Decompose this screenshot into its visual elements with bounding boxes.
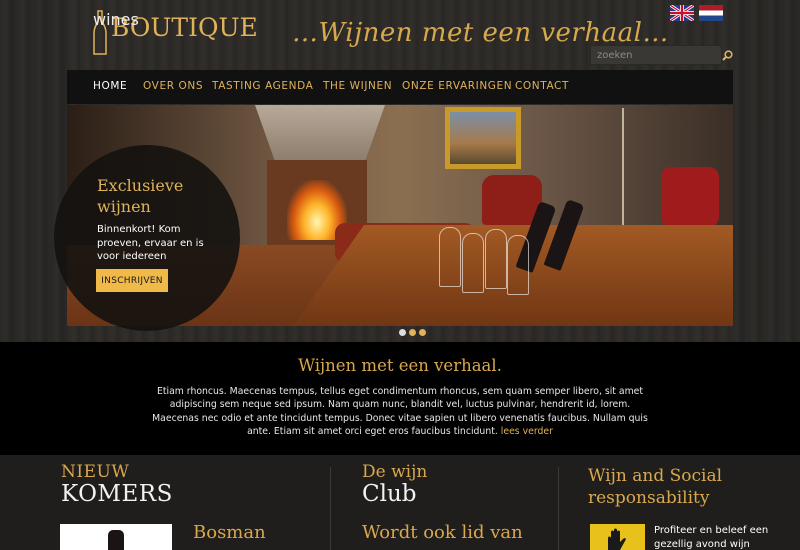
main-nav: HOME OVER ONS TASTING AGENDA THE WIJNEN … bbox=[67, 70, 733, 104]
nav-onze-ervaringen[interactable]: ONZE ERVARINGEN bbox=[402, 80, 512, 92]
hero-glass bbox=[462, 233, 484, 293]
nav-over-ons[interactable]: OVER ONS bbox=[143, 80, 203, 92]
hero-glass bbox=[507, 235, 529, 295]
komers-title: KOMERS bbox=[61, 481, 173, 507]
intro-body: Etiam rhoncus. Maecenas tempus, tellus e… bbox=[152, 386, 648, 437]
club-subtitle: Wordt ook lid van bbox=[362, 522, 523, 543]
slider-dot[interactable] bbox=[399, 329, 406, 336]
promo-circle: Exclusieve wijnen Binnenkort! Kom proeve… bbox=[54, 145, 240, 331]
intro-title: Wijnen met een verhaal. bbox=[298, 356, 502, 375]
tagline: …Wijnen met een verhaal… bbox=[292, 18, 669, 48]
hero-chimney bbox=[255, 105, 385, 160]
nav-the-wijnen[interactable]: THE WIJNEN bbox=[323, 80, 392, 92]
product-image[interactable] bbox=[60, 524, 172, 550]
lees-verder-link[interactable]: lees verder bbox=[501, 426, 553, 437]
promo-text: Binnenkort! Kom proeven, ervaar en is vo… bbox=[97, 224, 204, 262]
search-box bbox=[590, 45, 733, 65]
intro-text: Etiam rhoncus. Maecenas tempus, tellus e… bbox=[150, 385, 650, 438]
nav-tasting-agenda[interactable]: TASTING AGENDA bbox=[212, 80, 313, 92]
hero-painting bbox=[445, 107, 521, 169]
promo-title: Exclusieve wijnen bbox=[97, 176, 184, 216]
hero-chair-right bbox=[661, 167, 719, 227]
slider-dots bbox=[399, 329, 426, 336]
inschrijven-button[interactable]: INSCHRIJVEN bbox=[96, 269, 168, 292]
intro-section: Wijnen met een verhaal. Etiam rhoncus. M… bbox=[0, 342, 800, 455]
club-title-a: De wijn bbox=[362, 462, 428, 482]
hero-glass bbox=[439, 227, 461, 287]
hero-glass bbox=[485, 229, 507, 289]
nav-contact[interactable]: CONTACT bbox=[515, 80, 569, 92]
social-title-line2: responsability bbox=[588, 488, 710, 508]
slider-dot[interactable] bbox=[419, 329, 426, 336]
hand-icon bbox=[590, 524, 645, 550]
product-title[interactable]: Bosman bbox=[193, 522, 266, 543]
club-title-b: Club bbox=[362, 481, 417, 507]
social-text: Profiteer en beleef een gezellig avond w… bbox=[654, 525, 769, 550]
search-icon[interactable] bbox=[722, 46, 733, 64]
column-divider bbox=[558, 467, 559, 550]
brand-sub: wines bbox=[93, 10, 139, 29]
slider-dot[interactable] bbox=[409, 329, 416, 336]
column-divider bbox=[330, 467, 331, 550]
flag-nl-icon[interactable] bbox=[699, 5, 723, 21]
nav-home[interactable]: HOME bbox=[93, 80, 127, 92]
social-title-line1: Wijn and Social bbox=[588, 466, 723, 486]
nieuw-title: NIEUW bbox=[61, 462, 130, 482]
search-input[interactable] bbox=[591, 46, 722, 64]
flag-uk-icon[interactable] bbox=[669, 3, 695, 23]
